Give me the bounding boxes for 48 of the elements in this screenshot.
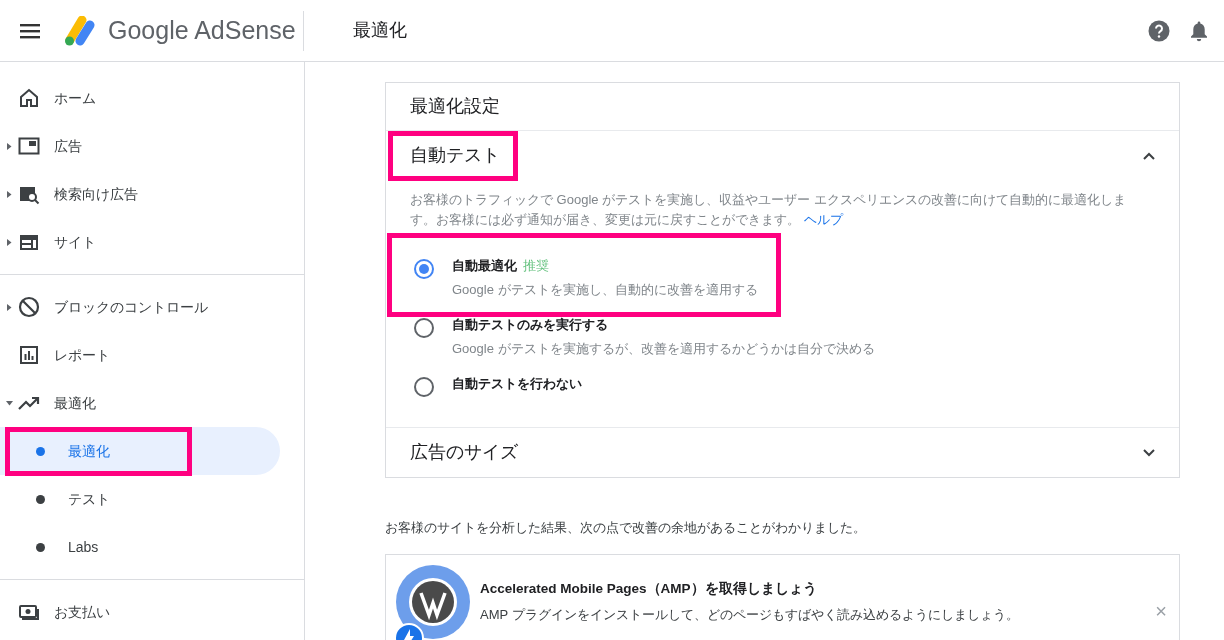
block-icon [18,296,40,318]
wordpress-logo-icon [396,564,470,639]
radio-button[interactable] [414,318,434,338]
expand-caret-icon[interactable] [6,142,12,150]
radio-button[interactable] [414,377,434,397]
sidebar-subitem[interactable]: Labs [0,523,280,571]
recommendation-title: Accelerated Mobile Pages（AMP）を取得しましょう [480,579,818,598]
chevron-down-icon[interactable] [1143,448,1155,457]
ad-frame-icon [18,135,40,157]
chevron-up-icon[interactable] [1143,151,1155,160]
notification-bell-icon[interactable] [1190,19,1208,42]
section-header[interactable]: 自動テスト [386,131,1179,180]
sidebar-item[interactable]: レポート [0,331,304,379]
option-label: 自動テストを行わない [452,375,582,393]
option-description: Google がテストを実施するが、改善を適用するかどうかは自分で決める [452,339,875,358]
help-link[interactable]: ヘルプ [803,212,843,227]
analysis-text: お客様のサイトを分析した結果、次の点で改善の余地があることがわかりました。 [385,519,867,537]
product-name: Google AdSense [108,14,296,46]
home-icon [18,87,40,109]
sidebar-item[interactable]: 検索向け広告 [0,170,304,218]
sidebar-item[interactable]: サイト [0,218,304,266]
expand-caret-icon[interactable] [6,238,12,246]
bullet-icon [36,494,45,504]
page-title: 最適化 [353,19,407,42]
expand-caret-icon[interactable] [6,303,12,311]
sidebar-item[interactable]: ホーム [0,74,304,122]
menu-icon[interactable] [20,22,42,39]
card-title: 最適化設定 [410,95,500,118]
option-description: Google がテストを実施し、自動的に改善を適用する [452,280,758,299]
bullet-icon [36,542,45,552]
expand-caret-icon[interactable] [6,190,12,198]
section-description: お客様のトラフィックで Google がテストを実施し、収益やユーザー エクスペリエンスの改善に向けて自動的に最適化します。お客様には必ず通知が届き、変更は元に戻すことができます。 ヘルプ [410,191,1127,229]
option-label: 自動最適化 [452,257,517,275]
bar-chart-icon [18,344,40,366]
recommendation-text: AMP プラグインをインストールして、どのページもすばやく読み込めるようにしましょう。 [480,605,1020,624]
bullet-icon [36,446,45,456]
sidebar-item[interactable]: 広告 [0,122,304,170]
sidebar-item[interactable]: ブロックのコントロール [0,283,304,331]
radio-button[interactable] [414,259,434,279]
logo-icon [62,15,96,46]
help-icon[interactable] [1148,19,1170,42]
sidebar-item[interactable]: お支払い [0,588,304,636]
option-label: 自動テストのみを実行する [452,316,608,334]
collapse-caret-icon[interactable] [5,400,13,406]
section-header[interactable]: 広告のサイズ [386,428,1179,477]
sidebar-item[interactable]: 最適化 [0,379,304,427]
sidebar-subitem[interactable]: テスト [0,475,280,523]
recommended-tag: 推奨 [523,256,549,276]
